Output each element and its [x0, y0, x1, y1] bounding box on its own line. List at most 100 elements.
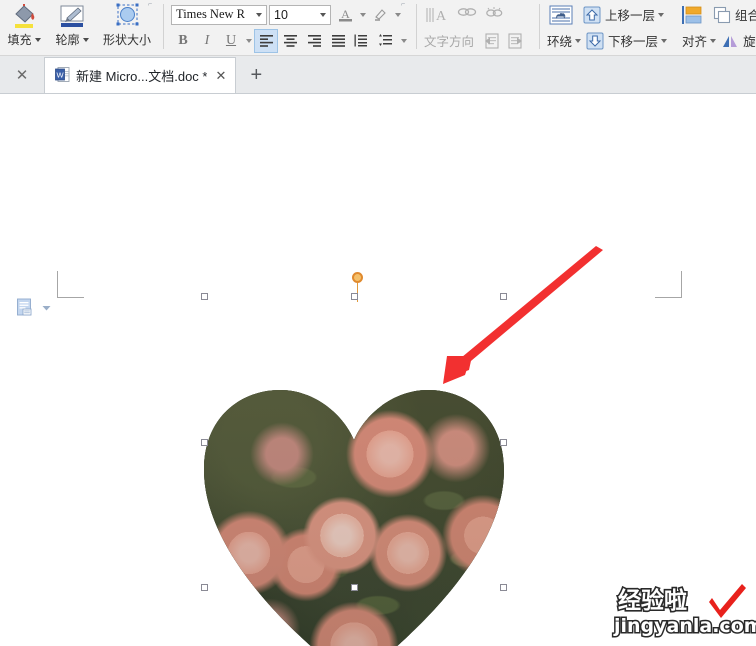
- resize-handle-bottom-center[interactable]: [351, 584, 358, 591]
- close-all-tabs-button[interactable]: ✕: [0, 57, 44, 93]
- ribbon-group-text-direction: A 文字方向: [422, 0, 534, 55]
- page-margin-corner-top-left: [57, 271, 84, 298]
- wrap-button[interactable]: 环绕: [545, 29, 583, 53]
- red-arrow-annotation: [443, 246, 603, 384]
- shape-size-icon: [116, 3, 139, 26]
- chevron-down-icon[interactable]: [398, 29, 409, 53]
- align-objects-label: 对齐: [682, 35, 708, 49]
- rotate-objects-button[interactable]: 旋转: [718, 29, 756, 53]
- document-tab-label: 新建 Micro...文档.doc *: [76, 69, 208, 84]
- outline-button[interactable]: 轮廓: [48, 0, 96, 55]
- page-margin-corner-top-right: [655, 271, 682, 298]
- next-textbox-icon: [507, 32, 529, 50]
- wrap-label: 环绕: [547, 35, 573, 49]
- ribbon-toolbar: 填充 轮廓 形状大小 ⌐ Times New R 10 A B I U ⌐ A …: [0, 0, 756, 56]
- chevron-down-icon[interactable]: [575, 38, 582, 43]
- font-color-button[interactable]: A: [333, 3, 357, 27]
- chevron-down-icon[interactable]: [357, 3, 368, 27]
- svg-text:A: A: [341, 7, 350, 21]
- resize-handle-middle-right[interactable]: [500, 439, 507, 446]
- text-direction-icon: A: [424, 5, 450, 25]
- resize-handle-middle-left[interactable]: [201, 439, 208, 446]
- wps-writer-window: 填充 轮廓 形状大小 ⌐ Times New R 10 A B I U ⌐ A …: [0, 0, 756, 646]
- align-left-button[interactable]: [254, 28, 278, 53]
- italic-button[interactable]: I: [195, 29, 219, 53]
- align-justify-button[interactable]: [326, 29, 350, 53]
- resize-handle-top-right[interactable]: [500, 293, 507, 300]
- outline-button-label: 轮廓: [55, 31, 89, 48]
- color-grade-layer: [204, 390, 504, 646]
- font-size-value: 10: [274, 7, 288, 22]
- resize-handle-top-center[interactable]: [351, 293, 358, 300]
- chevron-down-icon[interactable]: [34, 37, 41, 42]
- ribbon-separator: [416, 4, 417, 49]
- hyperlink-icon: [457, 6, 477, 24]
- fill-bucket-icon: [15, 4, 35, 28]
- bold-button[interactable]: B: [171, 29, 195, 53]
- group-objects-button[interactable]: 组合: [710, 3, 756, 27]
- align-right-button[interactable]: [302, 29, 326, 53]
- align-center-icon: [283, 35, 297, 47]
- chevron-down-icon[interactable]: [42, 298, 51, 316]
- send-backward-button[interactable]: 下移一层: [583, 29, 669, 53]
- hyperlink-button[interactable]: [455, 3, 482, 27]
- font-size-combo[interactable]: 10: [269, 4, 331, 25]
- text-direction-icon-button[interactable]: A: [422, 3, 455, 27]
- heart-shape-picture[interactable]: [204, 390, 504, 646]
- chevron-down-icon[interactable]: [252, 12, 266, 17]
- document-tab-bar: ✕ W 新建 Micro...文档.doc * ✕ +: [0, 56, 756, 94]
- line-spacing-icon: [379, 34, 392, 46]
- font-dialog-launcher[interactable]: ⌐: [401, 1, 409, 9]
- bring-forward-label: 上移一层: [605, 9, 656, 23]
- paste-options-icon: [17, 298, 32, 316]
- font-row: Times New R 10 A: [171, 2, 409, 28]
- close-tab-button[interactable]: ✕: [213, 68, 228, 84]
- underline-button[interactable]: U: [219, 29, 243, 53]
- group-objects-label: 组合: [735, 9, 756, 23]
- wrap-icon-button[interactable]: [545, 3, 580, 27]
- font-name-value: Times New R: [176, 7, 245, 21]
- font-color-icon: A: [338, 7, 352, 22]
- chevron-down-icon[interactable]: [710, 38, 717, 43]
- align-objects-button[interactable]: 对齐: [680, 29, 718, 53]
- chevron-down-icon[interactable]: [661, 38, 668, 43]
- resize-handle-bottom-right[interactable]: [500, 584, 507, 591]
- fill-button[interactable]: 填充: [0, 0, 48, 55]
- resize-handle-bottom-left[interactable]: [201, 584, 208, 591]
- send-backward-icon: [585, 31, 605, 51]
- chevron-down-icon[interactable]: [82, 37, 89, 42]
- rotation-handle[interactable]: [352, 272, 363, 283]
- previous-textbox-button[interactable]: [476, 29, 505, 53]
- next-textbox-button[interactable]: [505, 29, 534, 53]
- font-name-combo[interactable]: Times New R: [171, 4, 267, 25]
- distribute-button[interactable]: [350, 29, 374, 53]
- ribbon-group-font-paragraph: Times New R 10 A B I U ⌐: [169, 0, 411, 55]
- watermark-text-cn: 经验啦: [618, 587, 687, 614]
- text-direction-label: 文字方向: [424, 35, 475, 49]
- chevron-down-icon[interactable]: [316, 12, 330, 17]
- new-tab-button[interactable]: +: [236, 57, 276, 93]
- resize-handle-top-left[interactable]: [201, 293, 208, 300]
- bring-forward-button[interactable]: 上移一层: [580, 3, 666, 27]
- ribbon-separator: [539, 4, 541, 49]
- shape-styles-dialog-launcher[interactable]: ⌐: [148, 1, 156, 9]
- document-canvas[interactable]: [0, 94, 756, 646]
- shape-size-button-label: 形状大小: [102, 33, 151, 47]
- line-spacing-button[interactable]: [374, 29, 398, 53]
- ribbon-group-arrange: 上移一层 组 环绕 下移一层 对齐 旋: [545, 0, 756, 55]
- document-tab-active[interactable]: W 新建 Micro...文档.doc * ✕: [44, 57, 237, 93]
- text-direction-button[interactable]: 文字方向: [422, 29, 476, 53]
- bring-forward-icon: [582, 5, 602, 25]
- paste-options-button[interactable]: [16, 297, 51, 317]
- chevron-down-icon[interactable]: [658, 12, 665, 17]
- watermark-text-url: jingyanla.com: [613, 615, 756, 637]
- text-highlight-button[interactable]: [368, 3, 392, 27]
- rotate-objects-icon: [720, 31, 740, 51]
- align-objects-icon: [679, 4, 705, 26]
- site-watermark: 经验啦 jingyanla.com: [608, 580, 756, 642]
- align-center-button[interactable]: [278, 29, 302, 53]
- align-objects-icon-button[interactable]: [677, 3, 710, 27]
- group-objects-icon: [712, 5, 732, 25]
- chevron-down-icon[interactable]: [243, 29, 254, 53]
- remove-link-button[interactable]: [482, 3, 509, 27]
